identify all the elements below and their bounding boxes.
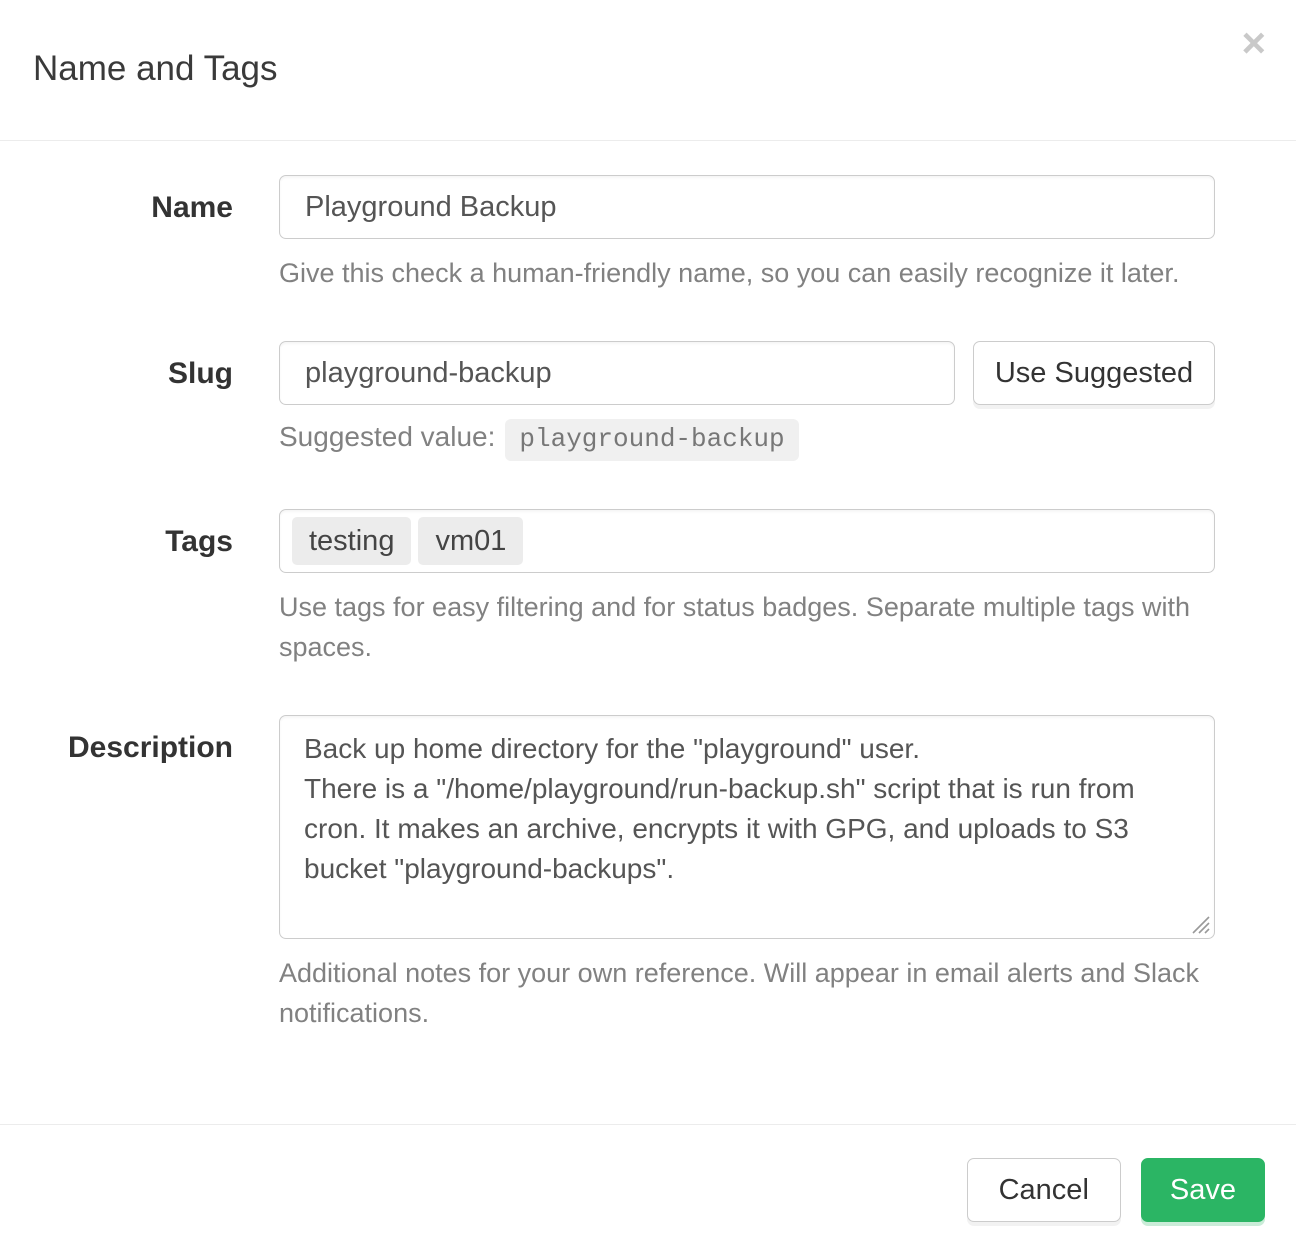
slug-label: Slug — [33, 341, 279, 461]
tag-chip[interactable]: vm01 — [418, 517, 523, 565]
resize-handle-icon[interactable] — [1189, 913, 1211, 935]
close-button[interactable]: × — [1241, 22, 1266, 64]
name-help-text: Give this check a human-friendly name, s… — [279, 253, 1263, 293]
tags-form-group: Tags testing vm01 Use tags for easy filt… — [33, 509, 1263, 667]
tags-input[interactable]: testing vm01 — [279, 509, 1215, 573]
modal-footer: Cancel Save — [0, 1124, 1296, 1254]
suggested-value-prefix: Suggested value: — [279, 421, 495, 452]
modal-body: Name Give this check a human-friendly na… — [0, 141, 1296, 1124]
use-suggested-button[interactable]: Use Suggested — [973, 341, 1215, 405]
name-form-group: Name Give this check a human-friendly na… — [33, 175, 1263, 293]
suggested-value-line: Suggested value: playground-backup — [279, 419, 1263, 461]
description-help-text: Additional notes for your own reference.… — [279, 953, 1263, 1033]
description-textarea[interactable]: Back up home directory for the "playgrou… — [279, 715, 1215, 939]
slug-form-group: Slug Use Suggested Suggested value: playg… — [33, 341, 1263, 461]
name-and-tags-dialog: Name and Tags × Name Give this check a h… — [0, 0, 1296, 1254]
modal-header: Name and Tags × — [0, 0, 1296, 141]
tags-help-text: Use tags for easy filtering and for stat… — [279, 587, 1263, 667]
page-title: Name and Tags — [33, 46, 1263, 92]
slug-input[interactable] — [279, 341, 955, 405]
suggested-value-code: playground-backup — [505, 419, 798, 461]
save-button[interactable]: Save — [1141, 1158, 1265, 1222]
close-icon: × — [1241, 19, 1266, 66]
name-label: Name — [33, 175, 279, 293]
tag-chip[interactable]: testing — [292, 517, 411, 565]
name-input[interactable] — [279, 175, 1215, 239]
tags-label: Tags — [33, 509, 279, 667]
description-label: Description — [33, 715, 279, 1033]
description-form-group: Description Back up home directory for t… — [33, 715, 1263, 1033]
cancel-button[interactable]: Cancel — [967, 1158, 1121, 1222]
